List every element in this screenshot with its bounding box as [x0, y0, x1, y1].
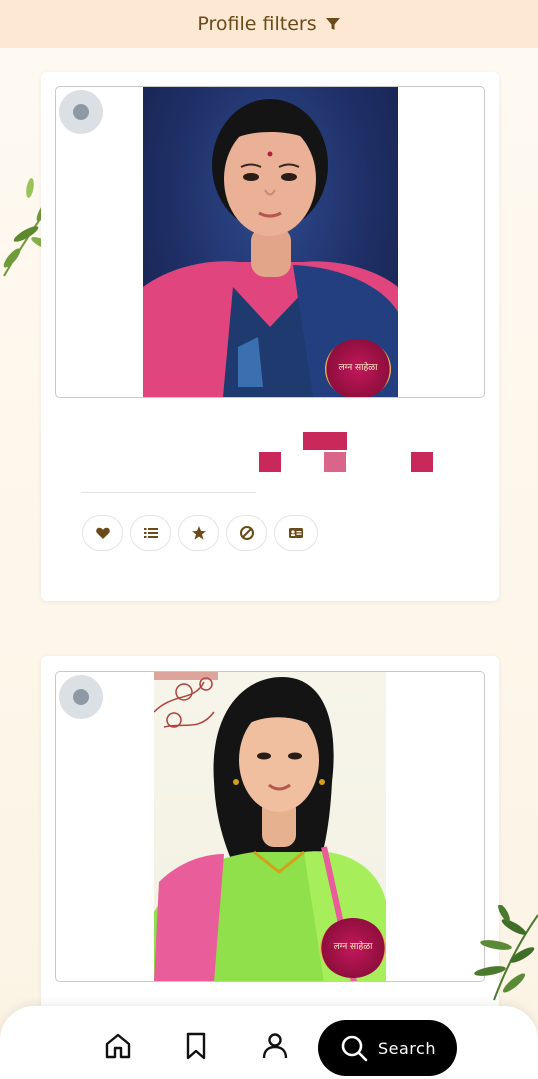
bookmark-icon	[186, 1032, 206, 1060]
block-icon	[239, 526, 254, 540]
star-icon	[191, 526, 206, 540]
profile-photo[interactable]: लग्न साहेळा	[143, 87, 398, 397]
user-icon	[262, 1033, 288, 1059]
leaf-decoration-right	[474, 904, 538, 1005]
profile-photo-frame[interactable]: लग्न साहेळा	[55, 86, 485, 398]
divider	[81, 492, 256, 493]
list-icon	[143, 528, 158, 538]
search-label: Search	[378, 1038, 436, 1058]
profile-card[interactable]: लग्न साहेळा	[41, 656, 499, 1016]
bottom-navigation: Search	[0, 1006, 538, 1079]
profile-photo[interactable]: लग्न साहेळा	[154, 672, 386, 981]
funnel-icon	[325, 16, 341, 32]
search-icon	[341, 1035, 368, 1062]
contact-card-button[interactable]	[274, 515, 318, 551]
home-nav-button[interactable]	[101, 1029, 135, 1063]
select-radio-button[interactable]	[59, 90, 103, 134]
profile-photo-frame[interactable]: लग्न साहेळा	[55, 671, 485, 982]
redacted-block	[303, 432, 347, 450]
redacted-block	[324, 452, 346, 472]
select-radio-button[interactable]	[59, 675, 103, 719]
search-button[interactable]: Search	[318, 1020, 457, 1076]
watermark-badge: लग्न साहेळा	[320, 918, 386, 978]
profile-nav-button[interactable]	[258, 1029, 292, 1063]
heart-icon	[95, 527, 110, 539]
id-card-icon	[289, 528, 303, 538]
bookmark-nav-button[interactable]	[179, 1029, 213, 1063]
badge-text: लग्न साहेळा	[333, 942, 373, 953]
profile-filters-header[interactable]: Profile filters	[0, 0, 538, 48]
profile-actions	[82, 515, 318, 551]
details-list-button[interactable]	[130, 515, 171, 551]
profile-details-obscured	[41, 412, 499, 492]
redacted-block	[411, 452, 433, 472]
home-icon	[105, 1033, 131, 1059]
redacted-block	[259, 452, 281, 472]
watermark-badge: लग्न साहेळा	[325, 339, 391, 397]
favorite-star-button[interactable]	[178, 515, 219, 551]
block-button[interactable]	[226, 515, 267, 551]
shortlist-heart-button[interactable]	[82, 515, 123, 551]
profile-card[interactable]: लग्न साहेळा	[41, 72, 499, 601]
badge-text: लग्न साहेळा	[338, 363, 378, 374]
header-title: Profile filters	[197, 13, 317, 35]
